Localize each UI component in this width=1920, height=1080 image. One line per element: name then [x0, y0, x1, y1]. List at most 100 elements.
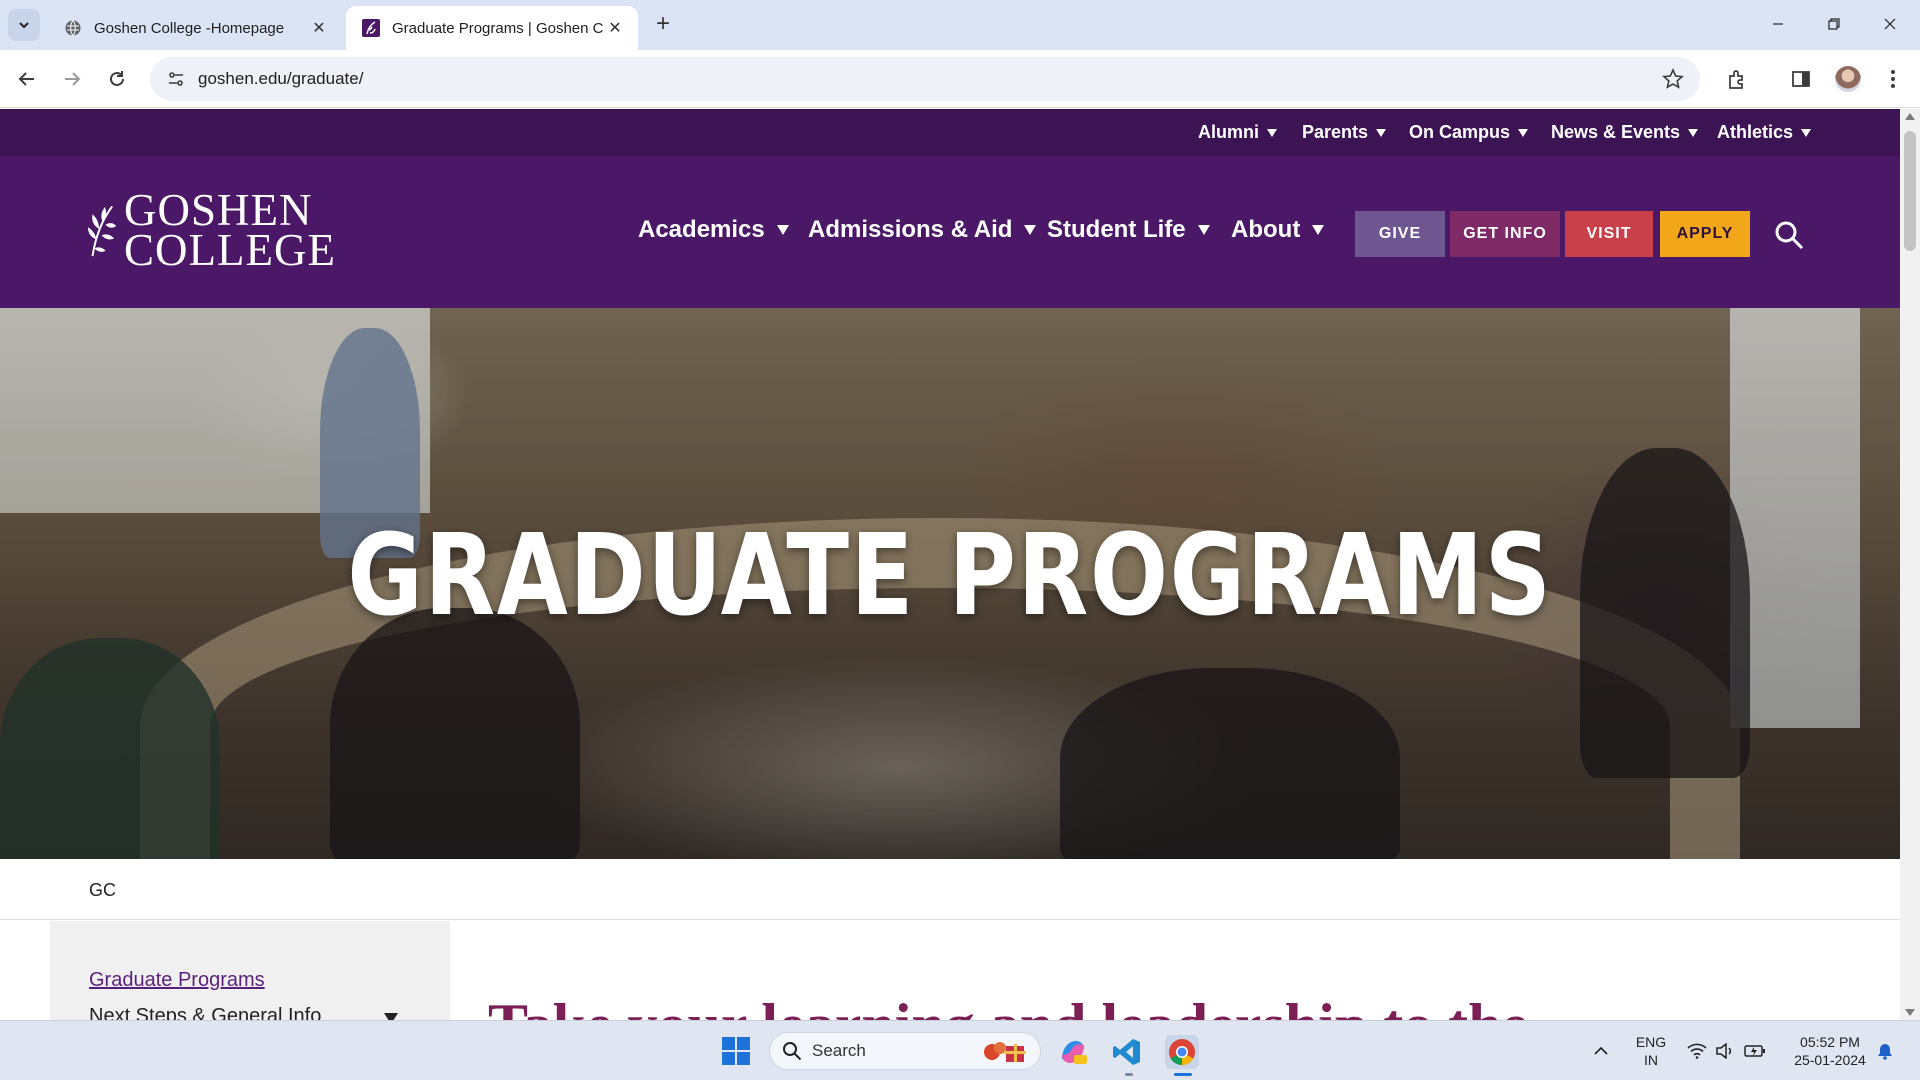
tab-search-button[interactable]	[8, 9, 40, 41]
close-icon[interactable]: ✕	[308, 17, 330, 39]
wifi-icon[interactable]	[1686, 1041, 1708, 1061]
caret-down-icon	[1376, 128, 1387, 137]
copilot-icon[interactable]	[1056, 1035, 1090, 1069]
url-text: goshen.edu/graduate/	[198, 69, 364, 88]
nav-label: Academics	[638, 216, 765, 243]
tab-search-icon	[19, 22, 29, 29]
chevron-up-icon[interactable]	[1590, 1041, 1612, 1061]
nav-label: Admissions & Aid	[808, 216, 1013, 243]
tab-goshen-homepage[interactable]: Goshen College -Homepage ✕	[48, 6, 342, 50]
chrome-icon[interactable]	[1165, 1035, 1199, 1069]
page-scrollbar[interactable]	[1900, 109, 1920, 1020]
reload-icon[interactable]	[100, 62, 134, 96]
hero-title: GRADUATE PROGRAMS	[347, 511, 1553, 641]
caret-down-icon	[1518, 128, 1529, 137]
caret-down-icon	[1267, 128, 1277, 137]
language-indicator[interactable]: ENG IN	[1628, 1033, 1674, 1069]
tab-title: Goshen College -Homepage	[94, 19, 285, 37]
page-viewport: Alumni Parents On Campus News & Events A…	[0, 109, 1900, 1020]
logo-wordmark: GOSHEN COLLEGE	[124, 185, 336, 275]
logo-line-1: GOSHEN	[124, 185, 313, 235]
nav-student-life[interactable]: Student Life	[1047, 216, 1210, 244]
language-line-1: ENG	[1635, 1034, 1667, 1050]
util-nav-label: News & Events	[1551, 122, 1681, 142]
utility-nav: Alumni Parents On Campus News & Events A…	[0, 109, 1900, 156]
sidebar-nav: Graduate Programs Next Steps & General I…	[50, 921, 450, 1020]
windows-taskbar: Search ENG IN 05:52 PM 25-01-2024	[0, 1020, 1920, 1080]
restore-icon[interactable]	[1814, 8, 1854, 40]
caret-down-icon	[1801, 128, 1812, 137]
nav-label: About	[1231, 216, 1301, 243]
logo-line-2: COLLEGE	[124, 225, 336, 275]
menu-icon[interactable]	[1880, 66, 1906, 92]
clock-date: 25-01-2024	[1794, 1052, 1866, 1068]
breadcrumb-home-link[interactable]: GC	[89, 880, 116, 901]
gift-icon	[984, 1042, 1026, 1062]
goshen-college-logo[interactable]: GOSHEN COLLEGE	[86, 185, 336, 275]
site-header: GOSHEN COLLEGE Academics Admissions & Ai…	[0, 156, 1900, 308]
visit-button[interactable]: VISIT	[1565, 211, 1653, 257]
goshen-favicon	[362, 19, 380, 37]
caret-down-icon	[776, 225, 789, 235]
clock[interactable]: 05:52 PM 25-01-2024	[1782, 1033, 1878, 1069]
apply-button[interactable]: APPLY	[1660, 211, 1750, 257]
sidebar-item-graduate-programs[interactable]: Graduate Programs	[89, 969, 265, 992]
vscode-icon[interactable]	[1110, 1035, 1144, 1069]
side-panel-icon[interactable]	[1788, 66, 1814, 92]
site-info-icon[interactable]	[156, 57, 196, 101]
tab-graduate-programs[interactable]: Graduate Programs | Goshen C ✕	[346, 6, 638, 50]
nav-academics[interactable]: Academics	[638, 216, 789, 244]
scrollbar-thumb[interactable]	[1904, 131, 1916, 251]
give-button[interactable]: GIVE	[1355, 211, 1445, 257]
util-nav-athletics[interactable]: Athletics	[1717, 122, 1812, 143]
address-bar[interactable]: goshen.edu/graduate/	[150, 57, 1700, 101]
get-info-button[interactable]: GET INFO	[1450, 211, 1560, 257]
close-icon[interactable]: ✕	[604, 17, 626, 39]
taskbar-search-placeholder: Search	[812, 1041, 866, 1060]
util-nav-news-events[interactable]: News & Events	[1551, 122, 1699, 143]
caret-down-icon	[1688, 128, 1699, 137]
hero-banner: GRADUATE PROGRAMS	[0, 308, 1900, 859]
sidebar-item-next-steps[interactable]: Next Steps & General Info	[89, 1005, 321, 1020]
search-icon	[783, 1042, 802, 1061]
taskbar-search[interactable]: Search	[769, 1032, 1041, 1070]
windows-start-icon[interactable]	[722, 1037, 750, 1065]
forward-icon[interactable]	[55, 62, 89, 96]
profile-avatar[interactable]	[1835, 66, 1861, 92]
caret-down-icon	[1312, 225, 1325, 235]
breadcrumb: GC	[0, 859, 1900, 920]
minimize-icon[interactable]	[1758, 8, 1798, 40]
nav-label: Student Life	[1047, 216, 1186, 243]
nav-admissions-aid[interactable]: Admissions & Aid	[808, 216, 1037, 244]
battery-icon[interactable]	[1744, 1041, 1766, 1061]
search-icon[interactable]	[1774, 220, 1804, 250]
tab-title: Graduate Programs | Goshen C	[392, 19, 604, 37]
clock-time: 05:52 PM	[1800, 1034, 1860, 1050]
back-icon[interactable]	[10, 62, 44, 96]
volume-icon[interactable]	[1714, 1041, 1736, 1061]
util-nav-label: Parents	[1302, 122, 1369, 142]
app-active-indicator	[1174, 1073, 1192, 1076]
nav-about[interactable]: About	[1231, 216, 1325, 244]
util-nav-label: Alumni	[1198, 122, 1259, 142]
caret-down-icon[interactable]	[384, 1013, 398, 1020]
browser-toolbar: goshen.edu/graduate/	[0, 50, 1920, 108]
caret-down-icon	[1024, 225, 1037, 235]
page-heading: Take your learning and leadership to the	[488, 991, 1528, 1020]
util-nav-label: On Campus	[1409, 122, 1511, 142]
browser-tabstrip: Goshen College -Homepage ✕ Graduate Prog…	[0, 0, 1920, 50]
app-running-indicator	[1125, 1073, 1133, 1076]
scroll-down-icon[interactable]	[1905, 1009, 1915, 1016]
plus-icon[interactable]: +	[650, 12, 676, 38]
extensions-icon[interactable]	[1724, 66, 1750, 92]
scroll-up-icon[interactable]	[1905, 113, 1915, 120]
util-nav-on-campus[interactable]: On Campus	[1409, 122, 1529, 143]
util-nav-label: Athletics	[1717, 122, 1794, 142]
util-nav-alumni[interactable]: Alumni	[1198, 122, 1277, 143]
util-nav-parents[interactable]: Parents	[1302, 122, 1387, 143]
language-line-2: IN	[1644, 1052, 1658, 1068]
notification-bell-icon[interactable]	[1874, 1041, 1896, 1061]
close-window-icon[interactable]	[1870, 8, 1910, 40]
caret-down-icon	[1197, 225, 1210, 235]
star-icon[interactable]	[1662, 68, 1684, 95]
